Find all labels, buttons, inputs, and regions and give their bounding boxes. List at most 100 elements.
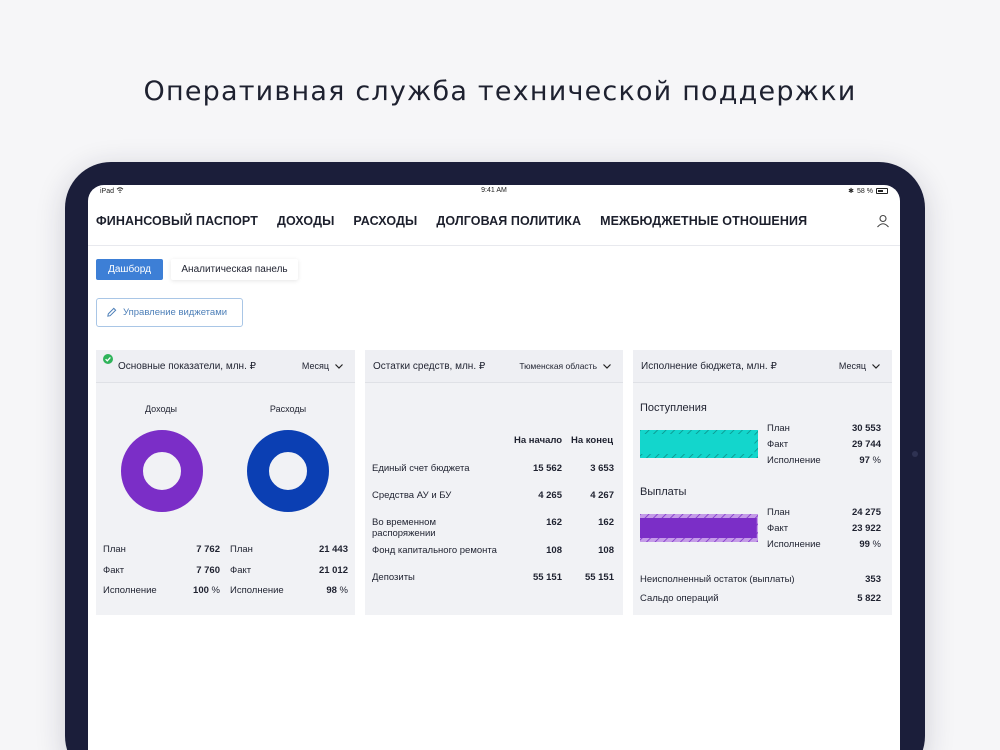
card-main-indicators: Основные показатели, млн. ₽ Месяц Доходы… [96,350,355,615]
expense-donut [247,430,329,512]
pencil-icon [107,307,117,317]
card-budget-execution: Исполнение бюджета, млн. ₽ Месяц Поступл… [633,350,892,615]
receipts-fact-value: 29 744 [851,439,881,450]
receipts-fact-label: Факт [767,439,789,450]
nav-debt-policy[interactable]: ДОЛГОВАЯ ПОЛИТИКА [436,214,581,228]
status-bar: iPad 9:41 AM ✱ 58 % [88,185,900,197]
table-row: Средства АУ и БУ 4 265 4 267 [372,490,614,501]
period-value: Месяц [301,361,329,371]
receipts-fact-row: Факт 29 744 [767,439,881,450]
period-dropdown[interactable]: Месяц [839,361,880,371]
row-start: 4 265 [538,490,562,501]
row-start: 15 562 [532,463,562,474]
payments-exec-label: Исполнение [767,539,821,550]
expense-plan-value: 21 443 [318,544,348,555]
income-plan-value: 7 762 [196,544,220,555]
unexecuted-row: Неисполненный остаток (выплаты) 353 [640,574,881,585]
row-start: 162 [546,517,562,528]
expense-donut-ring [247,430,329,512]
income-plan-row: План 7 762 [103,544,220,555]
row-name: Депозиты [372,572,415,583]
expense-exec-row: Исполнение 98 % [230,585,348,596]
tab-analytics[interactable]: Аналитическая панель [171,259,298,280]
expense-label: Расходы [269,404,307,414]
nav-expenses[interactable]: РАСХОДЫ [353,214,417,228]
table-row: Во временном распоряжении 162 162 [372,517,614,539]
income-exec-value: 100 [193,585,209,596]
receipts-plan-label: План [767,423,790,434]
col-start-header: На начало [514,435,563,446]
nav-financial-passport[interactable]: ФИНАНСОВЫЙ ПАСПОРТ [96,214,258,228]
battery-icon [876,188,888,194]
period-dropdown[interactable]: Месяц [302,361,343,371]
payments-exec-row: Исполнение 99 % [767,539,881,550]
income-donut [121,430,203,512]
expense-plan-row: План 21 443 [230,544,348,555]
page-headline: Оперативная служба технической поддержки [143,76,857,107]
chevron-down-icon [335,363,343,369]
card-exec-title: Исполнение бюджета, млн. ₽ [641,360,777,372]
row-end: 3 653 [590,463,614,474]
tab-dashboard[interactable]: Дашборд [96,259,163,280]
tablet-screen: iPad 9:41 AM ✱ 58 % ФИНАНСОВЫЙ ПАСПОРТ Д… [88,185,900,750]
payments-plan-value: 24 275 [851,507,881,518]
status-right: ✱ 58 % [848,187,888,195]
income-label: Доходы [144,404,178,414]
chevron-down-icon [603,363,611,369]
view-tabs: Дашборд Аналитическая панель [96,259,298,280]
expense-plan-label: План [230,544,253,555]
unexecuted-value: 353 [865,574,881,585]
row-end: 162 [598,517,614,528]
nav-income[interactable]: ДОХОДЫ [277,214,334,228]
user-icon[interactable] [876,214,890,228]
payments-fact-label: Факт [767,523,789,534]
payments-exec-unit: % [872,539,881,550]
expense-exec-unit: % [339,585,348,596]
payments-fact-bar [640,518,757,538]
region-value: Тюменская область [519,361,597,371]
camera-dot [912,451,918,457]
expense-fact-label: Факт [230,565,252,576]
receipts-exec-value: 97 [859,455,870,466]
card-main-header: Основные показатели, млн. ₽ Месяц [96,350,355,383]
status-time: 9:41 AM [481,187,507,194]
table-row: Депозиты 55 151 55 151 [372,572,614,583]
income-exec-label: Исполнение [103,585,157,596]
bluetooth-icon: ✱ [848,188,855,195]
payments-plan-row: План 24 275 [767,507,881,518]
payments-exec-value: 99 [859,539,870,550]
nav-interbudget[interactable]: МЕЖБЮДЖЕТНЫЕ ОТНОШЕНИЯ [600,214,807,228]
card-balances-header: Остатки средств, млн. ₽ Тюменская област… [365,350,623,383]
row-start: 55 151 [532,572,562,583]
income-exec-unit: % [211,585,220,596]
row-name: Средства АУ и БУ [372,490,452,501]
saldo-value: 5 822 [857,593,881,604]
col-end-header: На конец [571,435,614,446]
income-fact-value: 7 760 [196,565,220,576]
manage-widgets-button[interactable]: Управление виджетами [96,298,243,327]
top-nav: ФИНАНСОВЫЙ ПАСПОРТ ДОХОДЫ РАСХОДЫ ДОЛГОВ… [88,197,900,246]
income-donut-ring [121,430,203,512]
battery-percent: 58 % [857,187,873,195]
receipts-plan-value: 30 553 [851,423,881,434]
payments-bar [640,514,758,542]
expense-fact-value: 21 012 [318,565,348,576]
check-circle-icon [103,354,113,364]
saldo-row: Сальдо операций 5 822 [640,593,881,604]
receipts-title: Поступления [640,402,707,414]
region-dropdown[interactable]: Тюменская область [519,361,611,371]
chevron-down-icon [872,363,880,369]
payments-title: Выплаты [640,486,687,498]
row-start: 108 [546,545,562,556]
table-row: Фонд капитального ремонта 108 108 [372,545,614,556]
row-name: Во временном распоряжении [372,517,436,539]
manage-widgets-label: Управление виджетами [123,307,228,318]
saldo-label: Сальдо операций [640,593,719,604]
receipts-exec-unit: % [872,455,881,466]
row-end: 108 [598,545,614,556]
receipts-plan-row: План 30 553 [767,423,881,434]
receipts-exec-row: Исполнение 97 % [767,455,881,466]
receipts-bar [640,430,758,458]
receipts-fact-bar [640,434,755,454]
expense-fact-row: Факт 21 012 [230,565,348,576]
